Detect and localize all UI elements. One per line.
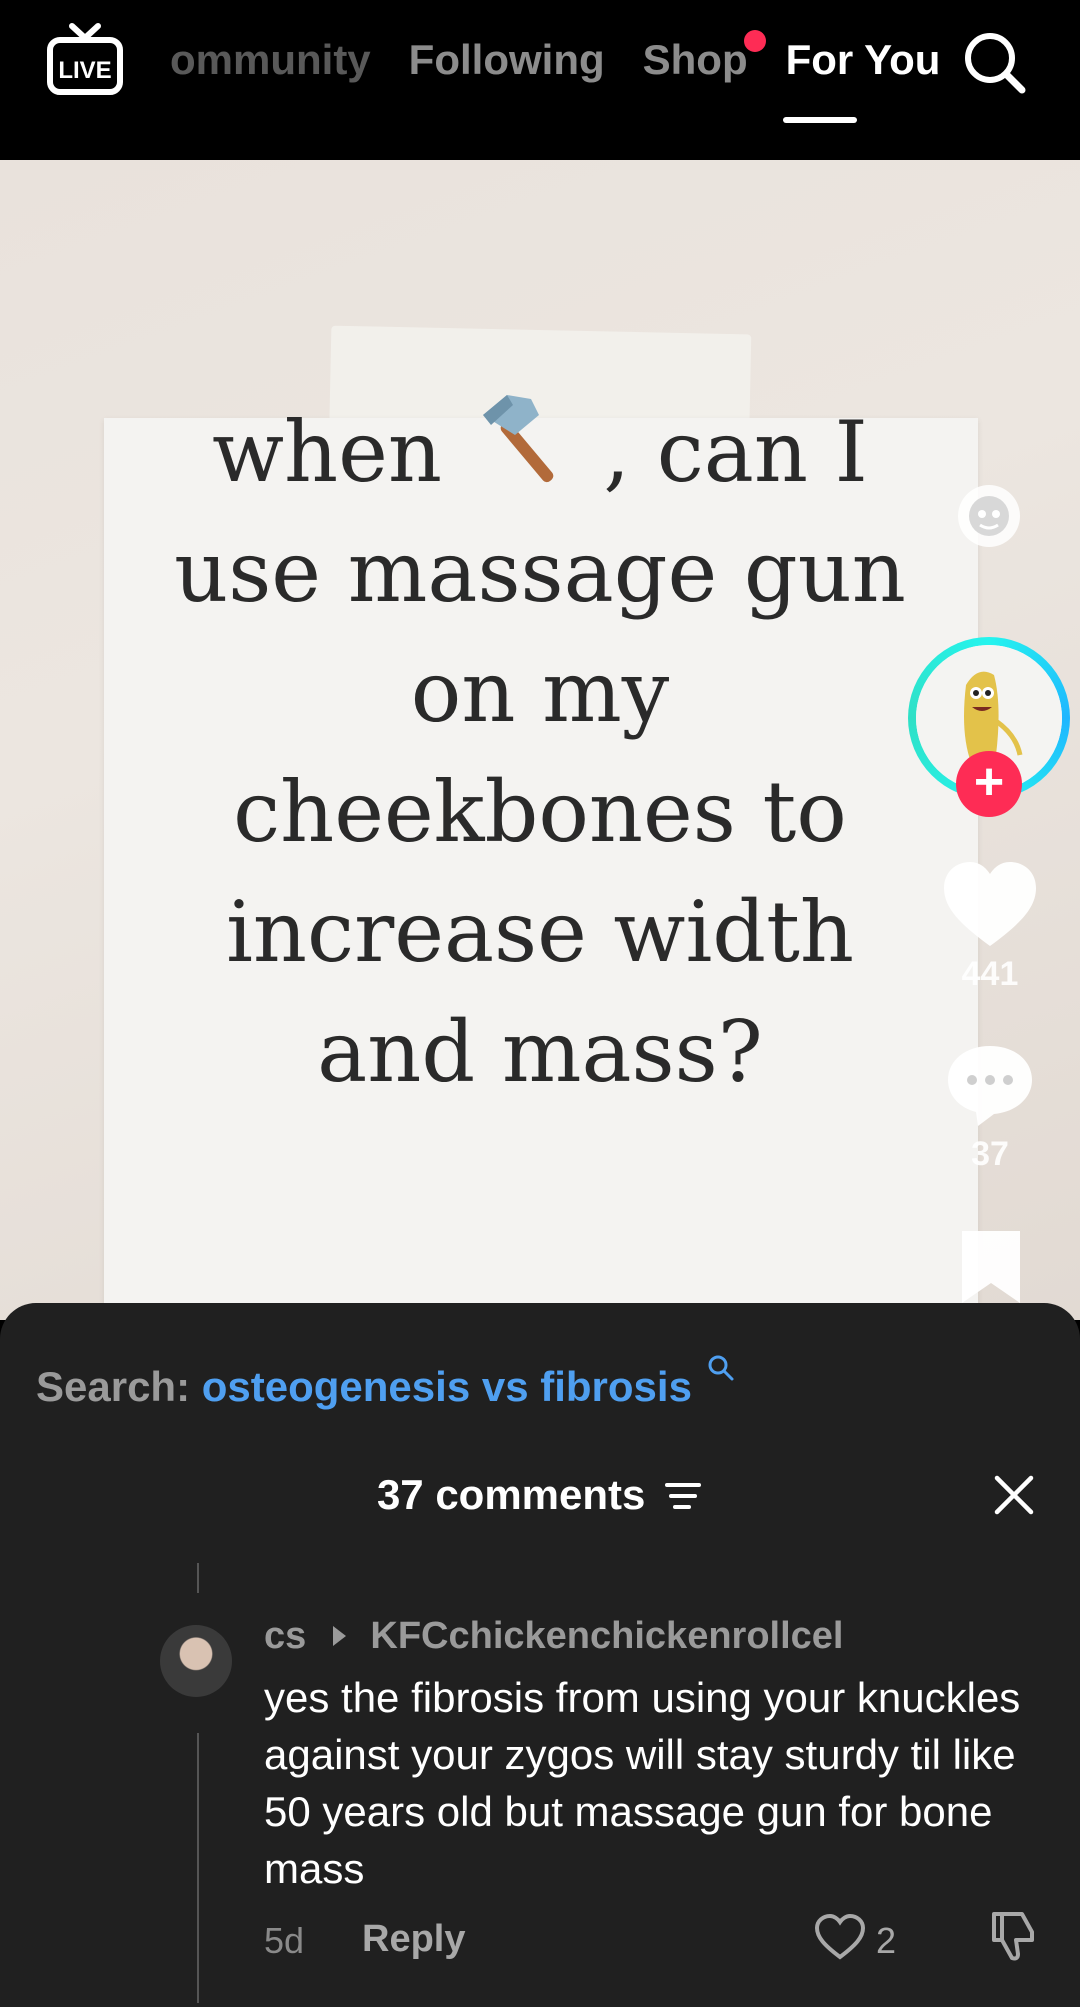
commenter-avatar[interactable]	[160, 1625, 232, 1697]
bookmark-icon[interactable]	[956, 1225, 1026, 1305]
feed-tabs: ommunity Following Shop For You	[170, 30, 978, 90]
comment-bubble-icon[interactable]	[944, 1040, 1036, 1128]
live-tv-icon[interactable]: LIVE	[46, 22, 124, 100]
comments-header: 37 comments	[0, 1471, 1080, 1519]
search-small-icon	[708, 1355, 734, 1381]
search-query-link[interactable]: osteogenesis vs fibrosis	[202, 1363, 692, 1410]
thread-line	[197, 1563, 199, 1593]
comment-like-count: 2	[876, 1920, 897, 1961]
search-suggestion[interactable]: Search: osteogenesis vs fibrosis	[36, 1353, 736, 1411]
tab-community[interactable]: ommunity	[170, 36, 371, 84]
comment-author[interactable]: cs	[264, 1615, 306, 1657]
like-count: 441	[961, 955, 1019, 993]
notification-dot	[743, 30, 766, 52]
search-label: Search:	[36, 1363, 191, 1410]
question-part-1: when	[212, 403, 442, 501]
tab-shop[interactable]: Shop	[642, 30, 766, 84]
tab-shop-label: Shop	[642, 36, 748, 83]
svg-text:LIVE: LIVE	[58, 57, 111, 84]
ai-assistant-icon[interactable]	[958, 485, 1020, 547]
comment-time: 5d	[264, 1920, 305, 1961]
close-icon[interactable]	[992, 1473, 1036, 1517]
dislike-icon[interactable]	[988, 1910, 1038, 1962]
reply-arrow-icon	[332, 1626, 346, 1646]
reply-to-user[interactable]: KFCchickenchickenrollcel	[370, 1615, 843, 1657]
comment-heart-icon[interactable]	[814, 1913, 866, 1961]
search-icon[interactable]	[960, 28, 1028, 96]
tab-following[interactable]: Following	[409, 36, 605, 84]
follow-plus-button[interactable]: +	[956, 751, 1022, 817]
top-navigation: LIVE ommunity Following Shop For You	[0, 0, 1080, 160]
active-tab-indicator	[783, 117, 857, 123]
tab-for-you[interactable]: For You	[786, 36, 941, 84]
comments-count-title: 37 comments	[376, 1471, 646, 1518]
question-part-2: , can I use massage gun on my cheekbones…	[174, 403, 906, 1101]
comment-text: yes the fibrosis from using your knuckle…	[264, 1674, 1021, 1892]
thread-line	[197, 1733, 199, 2003]
hammer-icon	[482, 395, 553, 483]
reply-button[interactable]: Reply	[362, 1918, 465, 1961]
sort-filter-icon[interactable]	[663, 1479, 703, 1513]
video-question-text: when , can I use massage gun on my cheek…	[150, 385, 930, 1112]
heart-icon[interactable]	[940, 858, 1040, 950]
comments-sheet: Search: osteogenesis vs fibrosis 37 comm…	[0, 1303, 1080, 2007]
comment-count: 37	[971, 1135, 1009, 1173]
comment-author-row: cs KFCchickenchickenrollcel	[264, 1615, 843, 1658]
